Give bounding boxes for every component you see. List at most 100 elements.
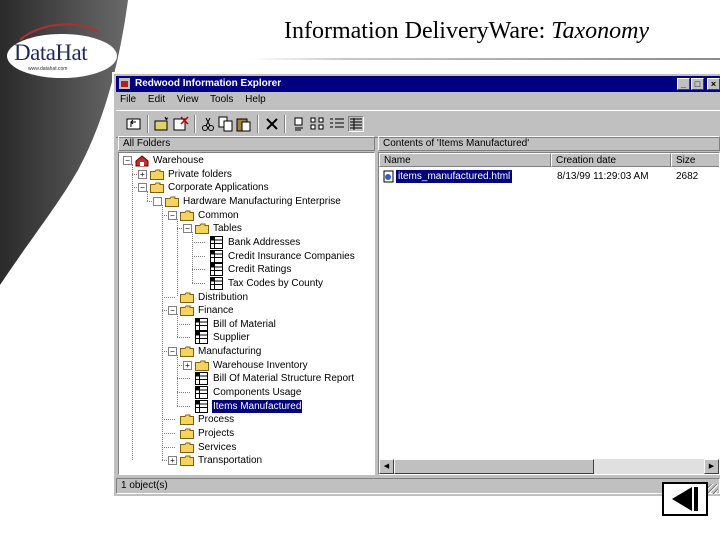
tree-item[interactable]: Bill of Material [119,317,374,331]
tree-item[interactable]: Credit Ratings [119,263,374,277]
resize-grip[interactable] [708,484,718,494]
table-icon [210,263,223,277]
column-size[interactable]: Size [671,153,719,167]
tree-item-label: Services [198,441,237,453]
tree-item[interactable]: − Corporate Applications [119,181,374,194]
back-arrow-icon [672,487,698,511]
folder-icon [195,223,209,235]
tree-item-label: Projects [198,428,235,439]
tree-item-label: Credit Insurance Companies [228,250,355,262]
expand-icon[interactable]: + [183,360,192,370]
file-date: 8/13/99 11:29:03 AM [557,171,649,182]
tree-item[interactable]: Supplier [119,331,374,345]
scroll-thumb[interactable] [394,459,594,474]
tree-item[interactable]: Services [119,441,374,454]
table-icon [195,386,208,400]
tree-item[interactable]: − Common [119,209,374,222]
list-row[interactable]: items_manufactured.html 8/13/99 11:29:03… [379,170,719,183]
tree-item[interactable]: − Warehouse [119,154,374,167]
tree-item[interactable]: Hardware Manufacturing Enterprise [119,195,374,208]
copy-icon[interactable] [218,116,234,132]
folder-icon [180,210,194,221]
folder-icon [180,455,194,467]
menu-bar: File Edit View Tools Help [120,94,275,108]
collapse-icon[interactable]: − [138,183,147,193]
file-size: 2682 [676,171,699,182]
folder-icon [150,182,164,194]
collapse-icon[interactable] [153,196,162,206]
collapse-icon[interactable]: − [168,347,177,357]
expand-icon[interactable]: + [138,169,147,179]
menu-view[interactable]: View [177,94,199,105]
menu-help[interactable]: Help [245,94,266,105]
menu-edit[interactable]: Edit [148,94,165,105]
tree-item[interactable]: Bill Of Material Structure Report [119,372,374,386]
toolbar [116,110,720,138]
menu-file[interactable]: File [120,94,136,105]
collapse-icon[interactable]: − [168,210,177,220]
large-icons-icon[interactable] [291,116,307,132]
tree-item[interactable]: − Finance [119,304,374,317]
tree-item[interactable]: − Manufacturing [119,345,374,358]
new-folder-icon[interactable] [154,116,170,132]
maximize-button[interactable]: □ [691,78,704,90]
delete-icon[interactable] [264,116,280,132]
column-creation-date[interactable]: Creation date [551,153,671,167]
folder-tree[interactable]: − Warehouse + Private folders − Corporate App… [118,152,375,475]
collapse-icon[interactable]: − [123,156,132,165]
scroll-right-icon[interactable]: ▶ [704,459,719,474]
menu-tools[interactable]: Tools [210,94,233,105]
tree-item[interactable]: − Tables [119,222,374,235]
small-icons-icon[interactable] [310,116,326,132]
datahat-logo: DataHat www.datahat.com [0,0,128,285]
tree-item[interactable]: + Warehouse Inventory [119,359,374,372]
folder-icon [195,360,209,371]
table-icon [195,372,208,386]
tree-item-label: Manufacturing [198,346,262,358]
minimize-button[interactable]: _ [677,78,690,90]
tree-item-label: Process [198,414,235,426]
paste-icon[interactable] [236,116,252,132]
tree-item-label: Corporate Applications [168,182,269,194]
column-name[interactable]: Name [379,153,551,167]
list-view-icon[interactable] [329,116,345,132]
tree-item[interactable]: Items Manufactured [119,399,374,413]
tree-item-label: Common [198,209,239,221]
tree-item[interactable]: Bank Addresses [119,235,374,249]
status-text: 1 object(s) [121,480,168,491]
tree-item-label: Bank Addresses [228,236,301,248]
file-name: items_manufactured.html [396,170,513,183]
window-titlebar[interactable]: Redwood Information Explorer _ □ × [116,76,720,92]
details-view-icon[interactable] [348,116,364,132]
tree-item[interactable]: Projects [119,427,374,440]
up-folder-icon[interactable] [126,116,142,132]
slide-title: Information DeliveryWare: Taxonomy [284,18,650,44]
tree-item[interactable]: Distribution [119,291,374,304]
tree-guide-line [192,232,193,283]
tree-item[interactable]: Components Usage [119,386,374,400]
scroll-left-icon[interactable]: ◀ [379,459,394,474]
horizontal-scrollbar[interactable]: ◀ ▶ [379,459,719,474]
folder-icon [150,169,164,180]
folder-icon [180,305,194,317]
tree-guide-line [132,164,133,461]
tree-item[interactable]: Tax Codes by County [119,276,374,290]
tree-item[interactable]: + Transportation [119,454,374,467]
expand-icon[interactable]: + [168,456,177,466]
tree-guide-line [162,204,163,461]
tree-item[interactable]: + Private folders [119,168,374,181]
previous-slide-button[interactable] [662,482,708,516]
cut-icon[interactable] [200,116,216,132]
tree-item-label: Supplier [213,332,250,344]
table-icon [195,399,208,413]
window-title: Redwood Information Explorer [135,78,282,89]
delete-folder-icon[interactable] [173,116,189,132]
collapse-icon[interactable]: − [168,306,177,316]
close-button[interactable]: × [707,78,720,90]
contents-list[interactable]: Name Creation date Size items_manufactur… [378,152,720,475]
tree-item[interactable]: Process [119,413,374,426]
contents-header: Contents of 'Items Manufactured' [378,136,720,151]
collapse-icon[interactable]: − [183,224,192,234]
tree-item[interactable]: Credit Insurance Companies [119,249,374,263]
tree-guide-line [147,191,148,201]
